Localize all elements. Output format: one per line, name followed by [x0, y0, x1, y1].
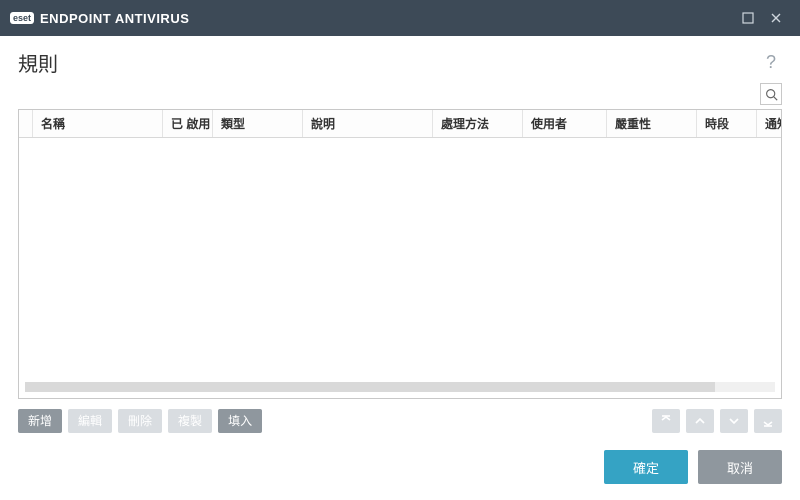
ok-button[interactable]: 確定	[604, 450, 688, 484]
chevron-up-icon	[694, 415, 706, 427]
col-period[interactable]: 時段	[697, 110, 757, 137]
row-handle-header	[19, 110, 33, 137]
rules-toolbar: 新增 編輯 刪除 複製 填入	[0, 399, 800, 433]
minimize-button[interactable]	[734, 4, 762, 32]
chevron-bottom-icon	[762, 415, 774, 427]
page-title: 規則	[18, 48, 58, 77]
add-button[interactable]: 新增	[18, 409, 62, 433]
search-icon	[765, 88, 778, 101]
edit-button: 編輯	[68, 409, 112, 433]
table-header-row: 名稱 已 啟用 類型 說明 處理方法 使用者 嚴重性 時段 通知	[19, 110, 781, 138]
move-bottom-button	[754, 409, 782, 433]
search-row	[0, 83, 800, 109]
col-notify[interactable]: 通知	[757, 110, 781, 137]
search-button[interactable]	[760, 83, 782, 105]
close-button[interactable]	[762, 4, 790, 32]
dialog-footer: 確定 取消	[604, 450, 782, 484]
move-up-button	[686, 409, 714, 433]
chevron-down-icon	[728, 415, 740, 427]
col-desc[interactable]: 說明	[303, 110, 433, 137]
col-action[interactable]: 處理方法	[433, 110, 523, 137]
insert-button[interactable]: 填入	[218, 409, 262, 433]
col-type[interactable]: 類型	[213, 110, 303, 137]
col-user[interactable]: 使用者	[523, 110, 607, 137]
rules-table: 名稱 已 啟用 類型 說明 處理方法 使用者 嚴重性 時段 通知	[18, 109, 782, 399]
brand-logo: eset ENDPOINT ANTIVIRUS	[10, 11, 189, 26]
chevron-top-icon	[660, 415, 672, 427]
col-enabled[interactable]: 已 啟用	[163, 110, 213, 137]
titlebar: eset ENDPOINT ANTIVIRUS	[0, 0, 800, 36]
horizontal-scroll-thumb[interactable]	[25, 382, 715, 392]
horizontal-scrollbar[interactable]	[25, 382, 775, 392]
delete-button: 刪除	[118, 409, 162, 433]
copy-button: 複製	[168, 409, 212, 433]
close-icon	[770, 12, 782, 24]
page-header: 規則 ?	[0, 36, 800, 83]
col-severity[interactable]: 嚴重性	[607, 110, 697, 137]
brand-badge: eset	[10, 12, 34, 24]
table-body[interactable]	[19, 138, 781, 398]
minimize-icon	[742, 12, 754, 24]
move-down-button	[720, 409, 748, 433]
move-top-button	[652, 409, 680, 433]
product-name: ENDPOINT ANTIVIRUS	[40, 11, 189, 26]
help-button[interactable]: ?	[760, 48, 782, 77]
cancel-button[interactable]: 取消	[698, 450, 782, 484]
col-name[interactable]: 名稱	[33, 110, 163, 137]
